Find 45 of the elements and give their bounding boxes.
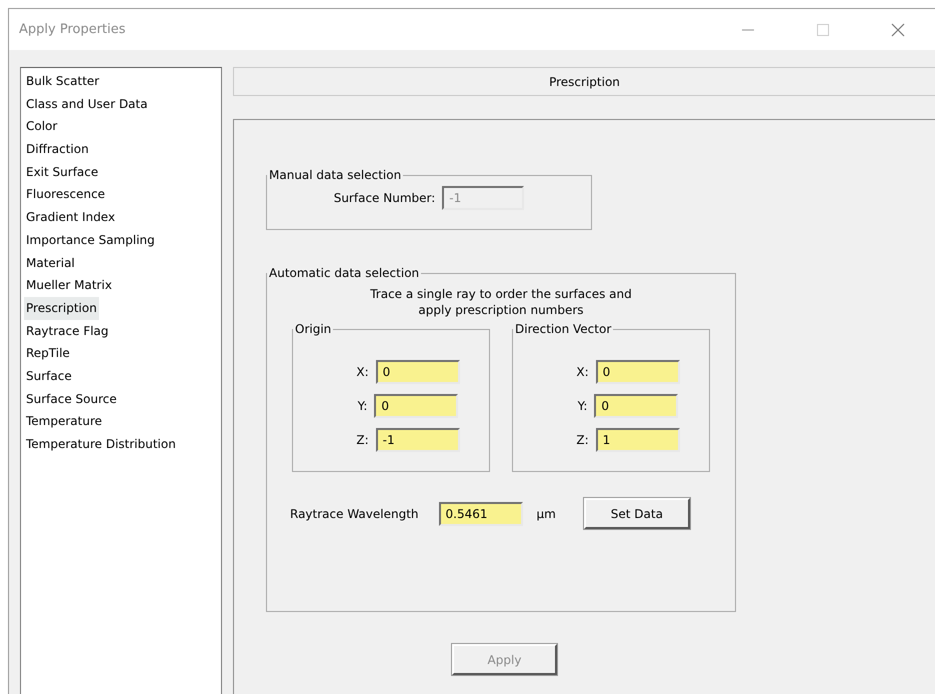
category-item[interactable]: Material — [24, 252, 77, 274]
panel-title: Prescription — [549, 74, 620, 88]
category-item[interactable]: Gradient Index — [24, 206, 118, 229]
wavelength-field[interactable]: 0.5461 — [438, 502, 523, 526]
minimize-icon[interactable] — [742, 28, 754, 30]
surface-number-label: Surface Number: — [334, 191, 436, 205]
coordinate-field[interactable]: -1 — [376, 428, 460, 452]
set-data-button[interactable]: Set Data — [584, 498, 690, 529]
category-item[interactable]: Diffraction — [24, 138, 91, 161]
close-icon[interactable] — [890, 22, 904, 36]
group-legend: Origin — [293, 322, 334, 336]
axis-label: Z: — [356, 433, 369, 447]
category-item[interactable]: Importance Sampling — [24, 228, 157, 252]
window-title: Apply Properties — [19, 22, 127, 37]
category-item[interactable]: Color — [24, 115, 60, 138]
axis-label: X: — [576, 365, 589, 379]
axis-label: Y: — [358, 399, 368, 413]
category-item[interactable]: Bulk Scatter — [24, 70, 102, 93]
wavelength-label: Raytrace Wavelength — [290, 506, 419, 520]
coordinate-field[interactable]: 1 — [596, 428, 680, 452]
category-item[interactable]: Surface Source — [24, 388, 119, 410]
coordinate-field[interactable]: 0 — [374, 394, 458, 418]
axis-label: X: — [356, 365, 369, 379]
category-item[interactable]: Surface — [24, 364, 74, 388]
group-legend: Manual data selection — [267, 168, 404, 182]
coordinate-field[interactable]: 0 — [376, 360, 460, 384]
axis-label: Z: — [576, 433, 589, 447]
description-text: Trace a single ray to order the surfaces and — [370, 287, 632, 301]
category-item[interactable]: Raytrace Flag — [24, 320, 111, 342]
maximize-icon[interactable] — [816, 24, 828, 36]
coordinate-field[interactable]: 0 — [594, 394, 678, 418]
category-item[interactable]: Exit Surface — [24, 160, 100, 184]
category-item[interactable]: Temperature Distribution — [24, 433, 178, 456]
axis-label: Y: — [578, 399, 588, 413]
category-item[interactable]: RepTile — [24, 342, 72, 365]
category-item[interactable]: Class and User Data — [24, 92, 150, 116]
category-item[interactable]: Fluorescence — [24, 183, 108, 206]
unit-label: µm — [536, 506, 556, 520]
category-item[interactable]: Mueller Matrix — [24, 274, 114, 297]
coordinate-field[interactable]: 0 — [596, 360, 680, 384]
category-item[interactable]: Temperature — [24, 410, 104, 433]
group-legend: Automatic data selection — [267, 266, 422, 280]
description-text: apply prescription numbers — [418, 303, 584, 317]
group-legend: Direction Vector — [513, 322, 614, 336]
category-item[interactable]: Prescription — [24, 296, 99, 320]
